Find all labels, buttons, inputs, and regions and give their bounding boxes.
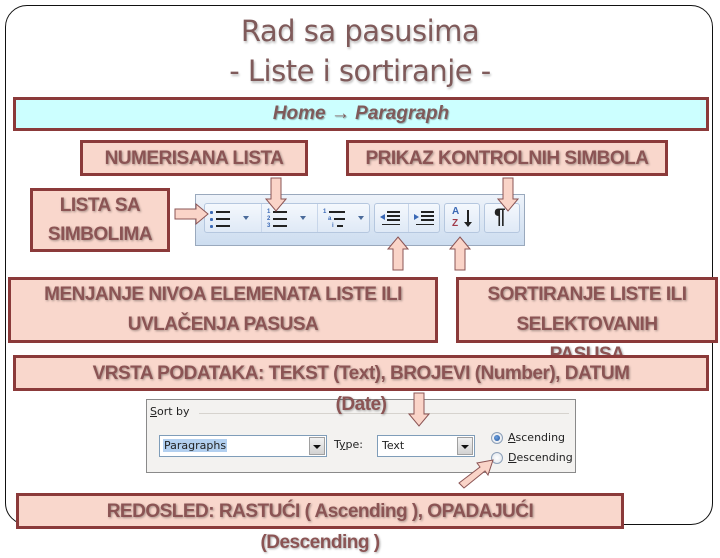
numbering-dropdown-icon[interactable]: [300, 216, 306, 220]
multilevel-list-icon: 1 a i: [322, 209, 350, 229]
callout-sort-list-line1: SORTIRANJE LISTE ILI: [487, 284, 687, 305]
increase-indent-icon: [414, 209, 436, 229]
decrease-indent-button[interactable]: [375, 204, 407, 232]
callout-sort-list-line2: SELEKTOVANIH: [516, 314, 658, 335]
callout-numbered-list: NUMERISANA LISTA: [80, 140, 308, 176]
arrow-to-show-hide: [497, 177, 519, 212]
decrease-indent-icon: [380, 209, 402, 229]
increase-indent-button[interactable]: [408, 204, 441, 232]
arrow-to-descending: [458, 459, 494, 489]
callout-change-list-level-line1: MENJANJE NIVOA ELEMENATA LISTE ILI: [44, 284, 402, 305]
callout-bullet-list-line1: LISTA SA: [59, 195, 141, 216]
callout-data-type-line1: VRSTA PODATAKA: TEKST (Text), BROJEVI (N…: [92, 363, 630, 384]
bullets-dropdown-icon[interactable]: [243, 216, 249, 220]
callout-sort-order-line2: (Descending ): [260, 532, 380, 553]
multilevel-list-button[interactable]: 1 a i: [317, 204, 370, 232]
callout-sort-order-line1: REDOSLED: RASTUĆI ( Ascending ), OPADAJU…: [106, 501, 534, 522]
type-label: Type:: [334, 438, 363, 451]
slide-subtitle: - Liste i sortiranje -: [229, 54, 491, 88]
paragraph-toolbar: 1 2 3 1 a i A Z ¶: [195, 194, 525, 246]
nav-path-banner: Home → Paragraph: [13, 97, 709, 131]
slide-title: Rad sa pasusima: [240, 14, 480, 48]
multilevel-dropdown-icon[interactable]: [358, 216, 364, 220]
bullets-button[interactable]: [205, 204, 259, 232]
arrow-to-numbering: [265, 177, 287, 212]
indent-button-group: [374, 203, 440, 233]
sort-az-icon: A Z: [451, 206, 475, 232]
arrow-to-indent: [387, 236, 409, 271]
bullet-list-icon: [209, 209, 233, 229]
callout-sort-order: REDOSLED: RASTUĆI ( Ascending ), OPADAJU…: [16, 493, 624, 553]
ascending-label[interactable]: Ascending: [508, 431, 565, 444]
sort-by-select[interactable]: Paragraphs: [159, 435, 327, 457]
type-select[interactable]: Text: [377, 435, 475, 457]
arrow-to-sort: [449, 236, 471, 271]
type-dropdown-icon[interactable]: [457, 437, 473, 455]
sort-button[interactable]: A Z: [444, 203, 480, 233]
arrow-to-bullets: [174, 203, 209, 225]
callout-change-list-level: MENJANJE NIVOA ELEMENATA LISTE ILI UVLAČ…: [8, 277, 438, 343]
callout-change-list-level-line2: UVLAČENJA PASUSA: [127, 314, 319, 335]
arrow-to-type: [408, 392, 430, 427]
list-button-group: 1 2 3 1 a i: [204, 203, 370, 233]
callout-bullet-list-line2: SIMBOLIMA: [47, 224, 153, 245]
sort-by-dropdown-icon[interactable]: [309, 437, 325, 455]
sort-by-value: Paragraphs: [163, 439, 228, 452]
descending-label[interactable]: Descending: [508, 451, 573, 464]
nav-path-text: Home → Paragraph: [272, 103, 450, 124]
ascending-radio[interactable]: [491, 432, 503, 444]
callout-data-type-line2: (Date): [335, 394, 387, 415]
callout-data-type: VRSTA PODATAKA: TEKST (Text), BROJEVI (N…: [13, 355, 709, 415]
callout-sort-list: SORTIRANJE LISTE ILI SELEKTOVANIH PASUSA: [456, 277, 718, 365]
callout-show-formatting-symbols: PRIKAZ KONTROLNIH SIMBOLA: [346, 140, 668, 176]
type-value: Text: [382, 439, 405, 452]
callout-bullet-list: LISTA SA SIMBOLIMA: [30, 188, 170, 252]
